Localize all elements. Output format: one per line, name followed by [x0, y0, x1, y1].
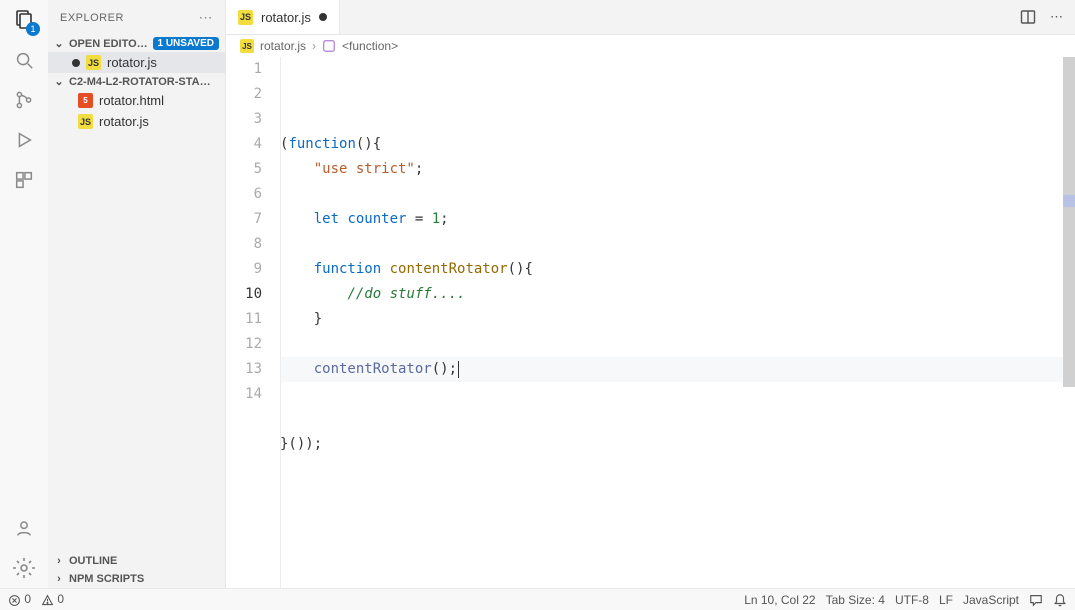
split-editor-icon[interactable] [1020, 9, 1036, 25]
npm-scripts-header[interactable]: › NPM SCRIPTS [48, 570, 225, 588]
open-editor-item[interactable]: JS rotator.js [48, 52, 225, 73]
outline-header[interactable]: › OUTLINE [48, 552, 225, 570]
status-eol[interactable]: LF [939, 593, 953, 607]
explorer-sidebar: EXPLORER ⋯ ⌄ OPEN EDITO… 1 UNSAVED JS ro… [48, 0, 226, 588]
file-icon-js: JS [240, 39, 254, 53]
outline-label: OUTLINE [69, 555, 117, 567]
status-bar: 0 0 Ln 10, Col 22 Tab Size: 4 UTF-8 LF J… [0, 588, 1075, 610]
modified-dot-icon [72, 59, 80, 67]
chevron-down-icon: ⌄ [52, 75, 66, 88]
status-errors[interactable]: 0 [8, 592, 31, 606]
open-editors-label: OPEN EDITO… [69, 38, 148, 50]
tab-rotator-js[interactable]: JS rotator.js [226, 0, 340, 34]
status-language[interactable]: JavaScript [963, 593, 1019, 607]
editor-area: JS rotator.js ⋯ JS rotator.js › <functio… [226, 0, 1075, 588]
modified-dot-icon [319, 13, 327, 21]
activity-source-control-icon[interactable] [10, 86, 38, 114]
activity-bar: 1 [0, 0, 48, 588]
activity-explorer-icon[interactable]: 1 [10, 6, 38, 34]
feedback-icon[interactable] [1029, 593, 1043, 607]
status-encoding[interactable]: UTF-8 [895, 593, 929, 607]
bell-icon[interactable] [1053, 593, 1067, 607]
file-name: rotator.js [99, 114, 149, 129]
text-editor[interactable]: 1234567891011121314 (function(){ "use st… [226, 57, 1075, 588]
npm-label: NPM SCRIPTS [69, 573, 144, 585]
file-icon-html: 5 [78, 93, 93, 108]
folder-header[interactable]: ⌄ C2-M4-L2-ROTATOR-STA… [48, 73, 225, 90]
scrollbar[interactable] [1063, 57, 1075, 387]
activity-extensions-icon[interactable] [10, 166, 38, 194]
status-warnings[interactable]: 0 [41, 592, 64, 606]
minimap-indicator[interactable] [1063, 195, 1075, 207]
breadcrumb-file[interactable]: rotator.js [260, 39, 306, 53]
file-item-html[interactable]: 5 rotator.html [48, 90, 225, 111]
open-editors-header[interactable]: ⌄ OPEN EDITO… 1 UNSAVED [48, 35, 225, 52]
activity-run-icon[interactable] [10, 126, 38, 154]
sidebar-header: EXPLORER ⋯ [48, 0, 225, 35]
activity-settings-icon[interactable] [10, 554, 38, 582]
file-icon-js: JS [238, 10, 253, 25]
status-position[interactable]: Ln 10, Col 22 [744, 593, 815, 607]
file-icon-js: JS [78, 114, 93, 129]
file-item-js[interactable]: JS rotator.js [48, 111, 225, 132]
sidebar-more-icon[interactable]: ⋯ [199, 9, 214, 26]
breadcrumb[interactable]: JS rotator.js › <function> [226, 35, 1075, 57]
status-tabsize[interactable]: Tab Size: 4 [826, 593, 885, 607]
chevron-right-icon: › [52, 573, 66, 585]
sidebar-title: EXPLORER [60, 12, 124, 24]
activity-account-icon[interactable] [10, 514, 38, 542]
breadcrumb-separator: › [312, 39, 316, 53]
chevron-down-icon: ⌄ [52, 37, 66, 50]
more-icon[interactable]: ⋯ [1050, 9, 1063, 25]
breadcrumb-symbol-icon [322, 39, 336, 53]
tabs-row: JS rotator.js ⋯ [226, 0, 1075, 35]
unsaved-badge: 1 UNSAVED [153, 37, 220, 50]
chevron-right-icon: › [52, 555, 66, 567]
explorer-badge: 1 [26, 22, 40, 36]
file-name: rotator.js [107, 55, 157, 70]
code-content[interactable]: (function(){ "use strict"; let counter =… [280, 57, 1075, 588]
tab-label: rotator.js [261, 10, 311, 25]
file-name: rotator.html [99, 93, 164, 108]
activity-search-icon[interactable] [10, 46, 38, 74]
breadcrumb-symbol[interactable]: <function> [342, 39, 398, 53]
folder-label: C2-M4-L2-ROTATOR-STA… [69, 76, 211, 88]
line-gutter: 1234567891011121314 [226, 57, 280, 588]
file-icon-js: JS [86, 55, 101, 70]
